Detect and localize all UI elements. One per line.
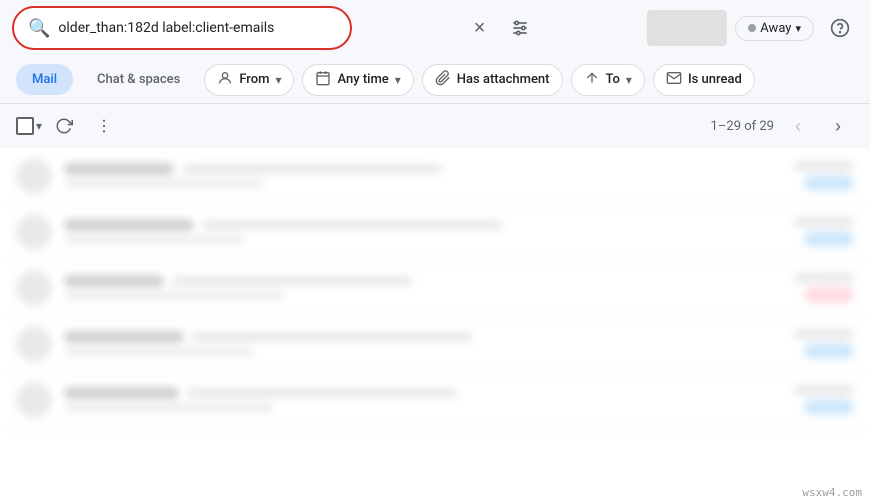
chip-any-time-arrow: ▾ [395, 73, 401, 87]
clear-search-button[interactable]: × [462, 10, 498, 46]
email-content [64, 331, 782, 357]
avatar [16, 158, 52, 194]
next-page-button[interactable]: › [822, 110, 854, 142]
email-meta [794, 217, 854, 247]
preview-bar [64, 403, 274, 413]
subject-bar [187, 388, 457, 398]
away-status-button[interactable]: Away ▾ [735, 16, 814, 41]
tab-chat-spaces[interactable]: Chat & spaces [81, 64, 196, 95]
chip-is-unread-label: Is unread [688, 72, 742, 87]
label-chip [804, 343, 854, 359]
filter-bar: Mail Chat & spaces From ▾ Any time ▾ [0, 56, 870, 104]
label-chip [804, 287, 854, 303]
pagination-text: 1–29 of 29 [711, 119, 774, 134]
label-chip [804, 175, 854, 191]
date-bar [794, 329, 854, 339]
email-content [64, 275, 782, 301]
date-bar [794, 273, 854, 283]
mail-icon [666, 70, 682, 90]
top-right-section: Away ▾ [647, 10, 858, 46]
email-meta [794, 161, 854, 191]
preview-bar [64, 291, 284, 301]
chip-from[interactable]: From ▾ [204, 64, 294, 96]
select-all-wrap[interactable]: ▾ [16, 117, 42, 135]
search-icon: 🔍 [28, 18, 50, 39]
actions-right: 1–29 of 29 ‹ › [711, 110, 854, 142]
chip-from-label: From [239, 72, 269, 87]
avatar [16, 326, 52, 362]
preview-bar [64, 179, 264, 189]
table-row[interactable] [0, 372, 870, 428]
help-button[interactable] [822, 10, 858, 46]
email-content [64, 163, 782, 189]
refresh-button[interactable] [46, 108, 82, 144]
preview-bar [64, 235, 244, 245]
search-input[interactable] [58, 20, 336, 36]
preview-bar [64, 347, 254, 357]
email-top [64, 331, 782, 343]
email-top [64, 219, 782, 231]
chip-from-arrow: ▾ [275, 73, 281, 87]
email-top [64, 275, 782, 287]
watermark: wsxw4.com [802, 486, 862, 499]
sender-bar [64, 331, 184, 343]
prev-page-button[interactable]: ‹ [782, 110, 814, 142]
actions-bar: ▾ 1–29 of 29 ‹ › [0, 104, 870, 148]
label-chip [804, 399, 854, 415]
actions-left: ▾ [16, 108, 122, 144]
avatar [16, 270, 52, 306]
sender-bar [64, 219, 194, 231]
chip-has-attachment-label: Has attachment [457, 72, 550, 87]
chip-to[interactable]: To ▾ [571, 64, 645, 96]
date-bar [794, 385, 854, 395]
email-meta [794, 329, 854, 359]
subject-bar [192, 332, 472, 342]
send-icon [584, 70, 600, 90]
chip-to-label: To [606, 72, 620, 87]
subject-bar [172, 276, 412, 286]
email-top [64, 163, 782, 175]
date-bar [794, 161, 854, 171]
sender-bar [64, 163, 174, 175]
table-row[interactable] [0, 260, 870, 316]
chip-any-time-label: Any time [337, 72, 388, 87]
chip-has-attachment[interactable]: Has attachment [422, 64, 563, 96]
table-row[interactable] [0, 316, 870, 372]
search-actions: × [462, 10, 538, 46]
calendar-icon [315, 70, 331, 90]
email-list: wsxw4.com [0, 148, 870, 503]
away-chevron-icon: ▾ [795, 22, 801, 35]
sender-bar [64, 387, 179, 399]
subject-bar [202, 220, 502, 230]
away-label: Away [760, 21, 791, 36]
more-options-button[interactable] [86, 108, 122, 144]
attachment-icon [435, 70, 451, 90]
date-bar [794, 217, 854, 227]
avatar [16, 214, 52, 250]
chip-to-arrow: ▾ [626, 73, 632, 87]
from-person-icon [217, 70, 233, 90]
email-meta [794, 273, 854, 303]
top-bar: 🔍 × Away ▾ [0, 0, 870, 56]
chip-any-time[interactable]: Any time ▾ [302, 64, 413, 96]
tab-mail[interactable]: Mail [16, 64, 73, 95]
email-content [64, 387, 782, 413]
status-dot [748, 24, 756, 32]
table-row[interactable] [0, 204, 870, 260]
email-content [64, 219, 782, 245]
email-top [64, 387, 782, 399]
table-row[interactable] [0, 148, 870, 204]
label-chip [804, 231, 854, 247]
sender-bar [64, 275, 164, 287]
search-box: 🔍 [12, 6, 352, 50]
avatar [647, 10, 727, 46]
select-all-checkbox[interactable] [16, 117, 34, 135]
avatar [16, 382, 52, 418]
email-meta [794, 385, 854, 415]
chip-is-unread[interactable]: Is unread [653, 64, 755, 96]
tune-search-button[interactable] [502, 10, 538, 46]
select-all-arrow[interactable]: ▾ [36, 119, 42, 133]
subject-bar [182, 164, 442, 174]
